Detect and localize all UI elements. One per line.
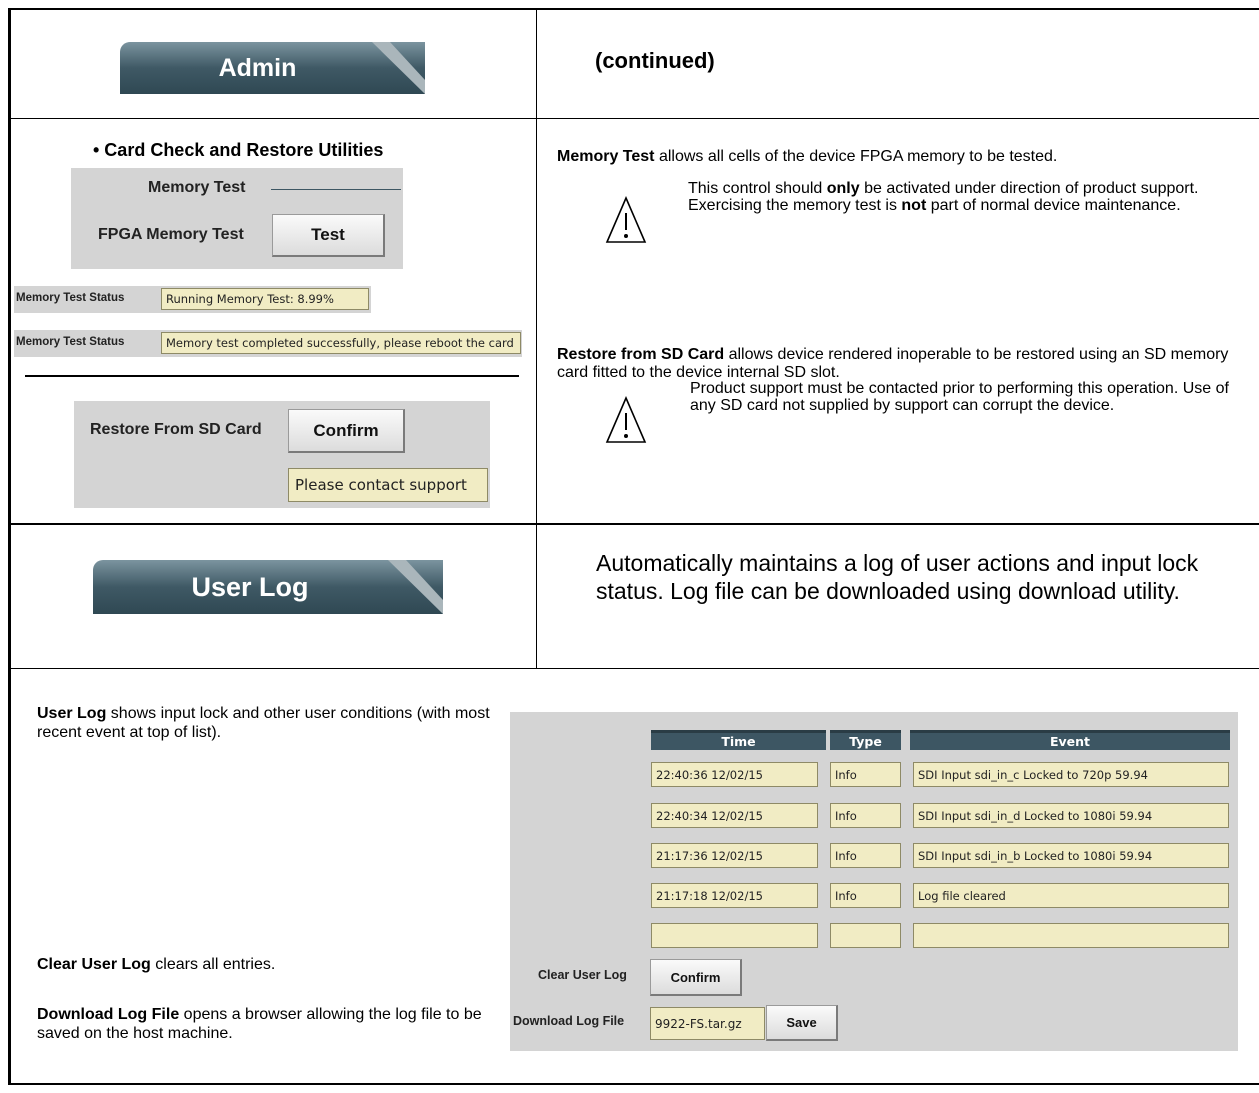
log-row-1-event: SDI Input sdi_in_c Locked to 720p 59.94	[913, 762, 1229, 787]
card-check-heading: • Card Check and Restore Utilities	[93, 140, 384, 160]
confirm-button[interactable]: Confirm	[288, 409, 405, 453]
download-file-field: 9922-FS.tar.gz	[650, 1007, 765, 1040]
user-log-desc-bold: User Log	[37, 705, 107, 722]
header-time: Time	[651, 730, 826, 750]
memory-desc-rest: allows all cells of the device FPGA memo…	[654, 148, 1058, 165]
user-log-tab-fold	[388, 560, 443, 614]
memory-test-label: Memory Test	[148, 179, 246, 196]
user-log-panel: Time Type Event 22:40:36 12/02/15 Info S…	[510, 712, 1238, 1051]
warn-not: not	[901, 196, 927, 214]
log-row-5-event	[913, 923, 1229, 948]
restore-label: Restore From SD Card	[90, 421, 262, 438]
continued-heading: (continued)	[595, 48, 715, 73]
restore-panel: Restore From SD Card Confirm Please cont…	[74, 401, 490, 508]
clear-desc-rest: clears all entries.	[150, 956, 276, 973]
border-left	[8, 8, 11, 1085]
memory-test-panel: Memory Test FPGA Memory Test Test	[71, 168, 403, 269]
log-row-3-type: Info	[830, 843, 901, 868]
warning-icon-2	[605, 396, 647, 443]
clear-desc-bold: Clear User Log	[37, 956, 151, 973]
user-log-desc: User Log shows input lock and other user…	[37, 704, 497, 742]
memory-desc-bold: Memory Test	[557, 148, 655, 165]
log-row-1-time: 22:40:36 12/02/15	[651, 762, 818, 787]
log-row-2-event: SDI Input sdi_in_d Locked to 1080i 59.94	[913, 803, 1229, 828]
status-label-2: Memory Test Status	[16, 336, 125, 348]
clear-log-label: Clear User Log	[538, 968, 627, 982]
restore-desc-bold: Restore from SD Card	[557, 346, 725, 363]
test-button[interactable]: Test	[272, 214, 385, 257]
admin-tab-fold	[372, 42, 425, 94]
header-event: Event	[910, 730, 1230, 750]
restore-warning: Product support must be contacted prior …	[690, 380, 1229, 414]
memory-warning: This control should only be activated un…	[688, 180, 1248, 215]
warn-part-3: part of normal device maintenance.	[926, 196, 1181, 214]
border-bottom	[8, 1083, 1259, 1085]
log-row-3-time: 21:17:36 12/02/15	[651, 843, 818, 868]
divider-row-3	[8, 668, 1259, 669]
section-rule	[25, 375, 519, 377]
border-top	[8, 8, 1259, 10]
warn-part-1: This control should	[688, 180, 827, 197]
clear-log-confirm-button[interactable]: Confirm	[650, 959, 742, 996]
status-done-field: Memory test completed successfully, plea…	[161, 332, 521, 354]
save-button[interactable]: Save	[766, 1005, 838, 1041]
log-row-4-time: 21:17:18 12/02/15	[651, 883, 818, 908]
divider-row-1	[8, 118, 1259, 119]
fpga-label: FPGA Memory Test	[98, 226, 244, 243]
log-row-2-time: 22:40:34 12/02/15	[651, 803, 818, 828]
contact-support-field: Please contact support	[288, 468, 488, 502]
memory-status-running-row: Memory Test Status Running Memory Test: …	[14, 286, 371, 313]
divider-row-2	[8, 523, 1259, 525]
log-row-5-time	[651, 923, 818, 948]
status-label: Memory Test Status	[16, 292, 125, 304]
log-row-3-event: SDI Input sdi_in_b Locked to 1080i 59.94	[913, 843, 1229, 868]
log-row-4-event: Log file cleared	[913, 883, 1229, 908]
restore-desc: Restore from SD Card allows device rende…	[557, 346, 1252, 381]
clear-desc: Clear User Log clears all entries.	[37, 955, 275, 974]
status-running-field: Running Memory Test: 8.99%	[161, 288, 369, 310]
download-desc: Download Log File opens a browser allowi…	[37, 1005, 497, 1043]
log-row-1-type: Info	[830, 762, 901, 787]
log-row-4-type: Info	[830, 883, 901, 908]
download-log-label: Download Log File	[513, 1014, 625, 1028]
log-row-5-type	[830, 923, 901, 948]
memory-test-rule	[271, 189, 401, 190]
header-type: Type	[830, 730, 901, 750]
log-row-2-type: Info	[830, 803, 901, 828]
memory-desc: Memory Test allows all cells of the devi…	[557, 147, 1257, 166]
warning-icon	[605, 196, 647, 243]
column-divider	[536, 8, 537, 669]
admin-tab-label: Admin	[218, 53, 297, 82]
memory-status-done-row: Memory Test Status Memory test completed…	[14, 330, 522, 357]
user-log-tab-label: User Log	[191, 571, 309, 602]
warn-only: only	[826, 180, 860, 197]
download-desc-bold: Download Log File	[37, 1006, 180, 1023]
user-log-summary: Automatically maintains a log of user ac…	[596, 550, 1199, 605]
